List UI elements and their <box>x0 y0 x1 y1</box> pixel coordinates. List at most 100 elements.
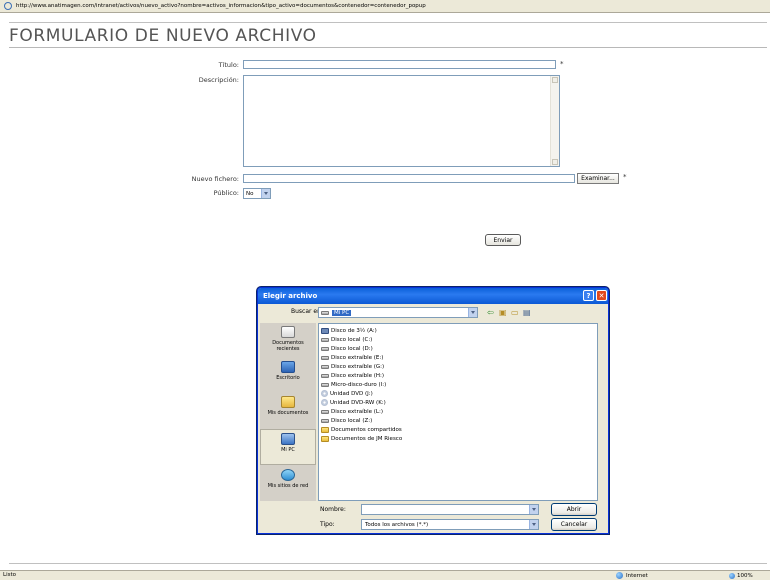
back-arrow-icon[interactable]: ⇦ <box>487 308 494 317</box>
list-item[interactable]: Unidad DVD-RW (K:) <box>321 398 595 407</box>
list-item-label: Documentos de JM Riesco <box>331 435 403 442</box>
place-label: Documentos recientes <box>272 340 304 352</box>
help-button[interactable]: ? <box>583 290 594 301</box>
browse-button[interactable]: Examinar... <box>577 173 619 184</box>
chevron-down-icon[interactable] <box>468 308 477 317</box>
list-item[interactable]: Disco local (Z:) <box>321 416 595 425</box>
list-item-label: Disco de 3½ (A:) <box>331 327 377 334</box>
network-places-icon <box>281 469 295 481</box>
recent-documents-icon <box>281 326 295 338</box>
up-folder-icon[interactable]: ▣ <box>499 308 507 317</box>
hard-drive-icon <box>321 382 329 387</box>
new-folder-icon[interactable]: ▭ <box>511 308 519 317</box>
list-item-label: Documentos compartidos <box>331 426 402 433</box>
folder-icon <box>321 426 329 433</box>
file-chooser-dialog: Elegir archivo ? ✕ Buscar en: Mi PC ⇦ ▣ … <box>257 287 609 534</box>
chevron-down-icon[interactable] <box>529 520 538 529</box>
place-my-computer[interactable]: Mi PC <box>260 429 316 465</box>
look-in-select[interactable]: Mi PC <box>318 307 478 318</box>
zoom-control[interactable]: 100% <box>729 571 753 580</box>
security-zone: Internet <box>616 571 648 580</box>
status-text: Listo <box>3 572 16 578</box>
titulo-label: Título: <box>218 61 239 69</box>
fichero-input[interactable] <box>243 174 575 183</box>
dvd-drive-icon <box>321 399 328 406</box>
place-label: Mi PC <box>281 447 295 453</box>
list-item-label: Disco extraíble (E:) <box>331 354 384 361</box>
place-network[interactable]: Mis sitios de red <box>260 466 316 502</box>
publico-label: Público: <box>213 189 239 197</box>
place-label: Mis documentos <box>267 410 309 416</box>
list-item-label: Disco extraíble (H:) <box>331 372 385 379</box>
list-item[interactable]: Unidad DVD (J:) <box>321 389 595 398</box>
place-my-documents[interactable]: Mis documentos <box>260 393 316 429</box>
list-item[interactable]: Disco extraíble (L:) <box>321 407 595 416</box>
scroll-down-arrow-icon[interactable] <box>552 159 558 165</box>
titulo-required-mark: * <box>560 60 564 68</box>
filename-input[interactable] <box>361 504 539 515</box>
list-item[interactable]: Disco local (C:) <box>321 335 595 344</box>
open-button[interactable]: Abrir <box>551 503 597 516</box>
list-item[interactable]: Disco extraíble (G:) <box>321 362 595 371</box>
address-url[interactable]: http://www.anatimagen.com/intranet/activ… <box>16 3 426 9</box>
folder-icon <box>321 435 329 442</box>
zoom-icon <box>729 572 735 579</box>
address-bar[interactable]: http://www.anatimagen.com/intranet/activ… <box>0 0 770 13</box>
list-item[interactable]: Disco extraíble (H:) <box>321 371 595 380</box>
list-item[interactable]: Disco de 3½ (A:) <box>321 326 595 335</box>
list-item-label: Micro-disco-duro (I:) <box>331 381 387 388</box>
close-button[interactable]: ✕ <box>596 290 607 301</box>
places-bar: Documentos recientes Escritorio Mis docu… <box>260 323 316 501</box>
filename-label: Nombre: <box>320 506 346 513</box>
list-item-label: Unidad DVD-RW (K:) <box>330 399 386 406</box>
chevron-down-icon[interactable] <box>529 505 538 514</box>
place-recent-documents[interactable]: Documentos recientes <box>260 323 316 359</box>
view-menu-icon[interactable]: ▤ <box>523 308 531 317</box>
look-in-value: Mi PC <box>332 309 352 316</box>
list-item-label: Disco extraíble (L:) <box>331 408 383 415</box>
list-item[interactable]: Micro-disco-duro (I:) <box>321 380 595 389</box>
removable-drive-icon <box>321 409 329 414</box>
place-desktop[interactable]: Escritorio <box>260 358 316 394</box>
page-header: FORMULARIO DE NUEVO ARCHIVO <box>9 24 767 48</box>
filetype-label: Tipo: <box>320 521 335 528</box>
list-item[interactable]: Disco extraíble (E:) <box>321 353 595 362</box>
desktop-icon <box>281 361 295 373</box>
my-documents-icon <box>281 396 295 408</box>
header-top-divider <box>9 22 767 23</box>
zoom-level: 100% <box>737 572 753 579</box>
list-item-label: Disco local (Z:) <box>331 417 373 424</box>
footer-divider <box>9 563 767 564</box>
dialog-title: Elegir archivo <box>258 288 608 304</box>
list-item-label: Disco local (D:) <box>331 345 373 352</box>
status-bar: Listo Internet 100% <box>0 570 770 580</box>
hard-drive-icon <box>321 337 329 342</box>
submit-button[interactable]: Enviar <box>485 234 521 246</box>
chevron-down-icon[interactable] <box>261 189 270 198</box>
scroll-up-arrow-icon[interactable] <box>552 77 558 83</box>
file-list[interactable]: Disco de 3½ (A:) Disco local (C:) Disco … <box>318 323 598 501</box>
my-computer-icon <box>281 433 295 445</box>
fichero-required-mark: * <box>623 173 627 181</box>
descripcion-textarea[interactable] <box>243 75 560 167</box>
removable-drive-icon <box>321 373 329 378</box>
globe-icon <box>616 572 623 579</box>
place-label: Mis sitios de red <box>267 483 309 489</box>
cancel-button[interactable]: Cancelar <box>551 518 597 531</box>
place-label: Escritorio <box>276 375 300 381</box>
floppy-drive-icon <box>321 327 329 334</box>
filetype-select[interactable]: Todos los archivos (*.*) <box>361 519 539 530</box>
list-item[interactable]: Disco local (D:) <box>321 344 595 353</box>
removable-drive-icon <box>321 364 329 369</box>
my-computer-small-icon <box>321 310 329 315</box>
publico-selected-value: No <box>246 190 254 197</box>
descripcion-label: Descripción: <box>198 76 239 84</box>
page-title: FORMULARIO DE NUEVO ARCHIVO <box>9 26 317 46</box>
filetype-value: Todos los archivos (*.*) <box>365 521 429 528</box>
list-item[interactable]: Documentos de JM Riesco <box>321 434 595 443</box>
list-item[interactable]: Documentos compartidos <box>321 425 595 434</box>
titulo-input[interactable] <box>243 60 556 69</box>
publico-select[interactable]: No <box>243 188 271 199</box>
hard-drive-icon <box>321 418 329 423</box>
descripcion-scrollbar[interactable] <box>550 76 559 166</box>
